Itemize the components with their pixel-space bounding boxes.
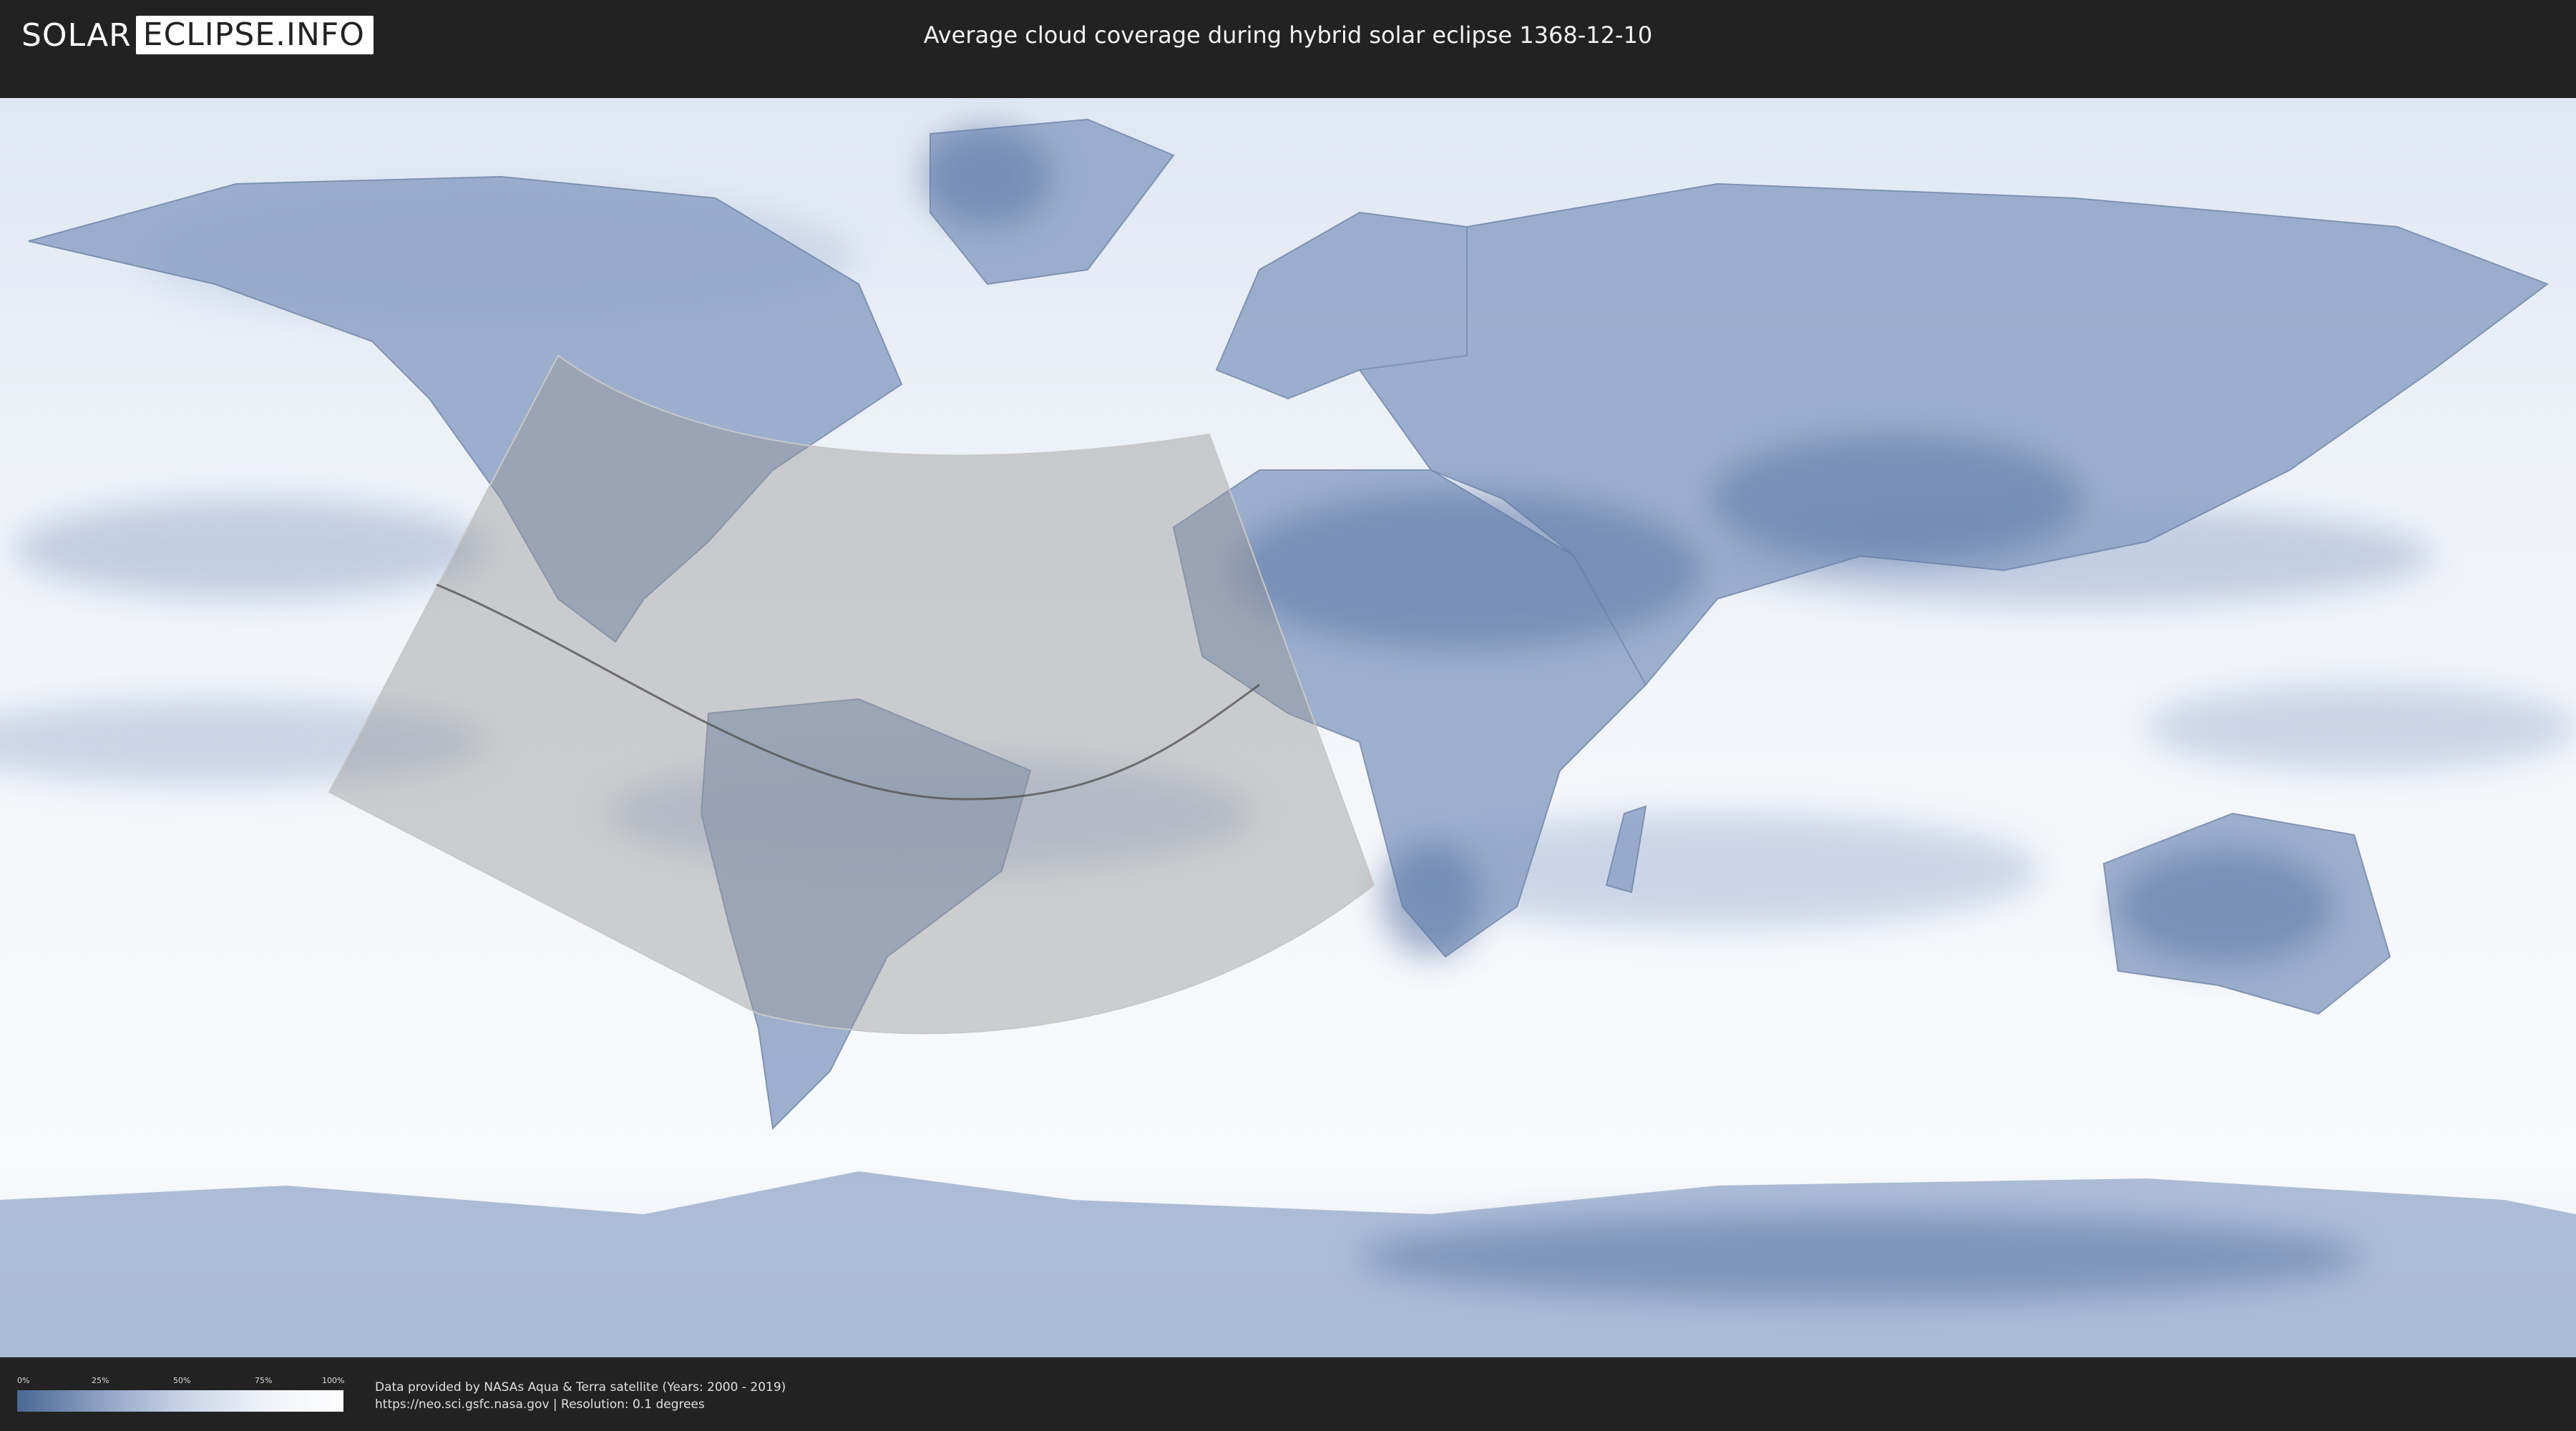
legend-tick: 75% xyxy=(255,1376,273,1385)
credits-line-source: Data provided by NASAs Aqua & Terra sate… xyxy=(375,1380,786,1395)
cloud-coverage-legend: 0% 25% 50% 75% 100% xyxy=(17,1376,345,1412)
data-credits: Data provided by NASAs Aqua & Terra sate… xyxy=(375,1379,786,1413)
world-cloud-map xyxy=(0,98,2576,1357)
legend-tick: 25% xyxy=(92,1376,109,1385)
legend-gradient-bar xyxy=(17,1390,343,1412)
legend-tick: 50% xyxy=(173,1376,191,1385)
page-title: Average cloud coverage during hybrid sol… xyxy=(923,21,1653,49)
footer-bar: 0% 25% 50% 75% 100% Data provided by NAS… xyxy=(0,1357,2576,1431)
legend-ticks: 0% 25% 50% 75% 100% xyxy=(17,1376,345,1387)
header-bar: SOLAR ECLIPSE.INFO Average cloud coverag… xyxy=(0,0,2576,72)
legend-tick: 0% xyxy=(17,1376,30,1385)
credits-line-url[interactable]: https://neo.sci.gsfc.nasa.gov | Resoluti… xyxy=(375,1396,786,1413)
legend-tick: 100% xyxy=(322,1376,345,1385)
